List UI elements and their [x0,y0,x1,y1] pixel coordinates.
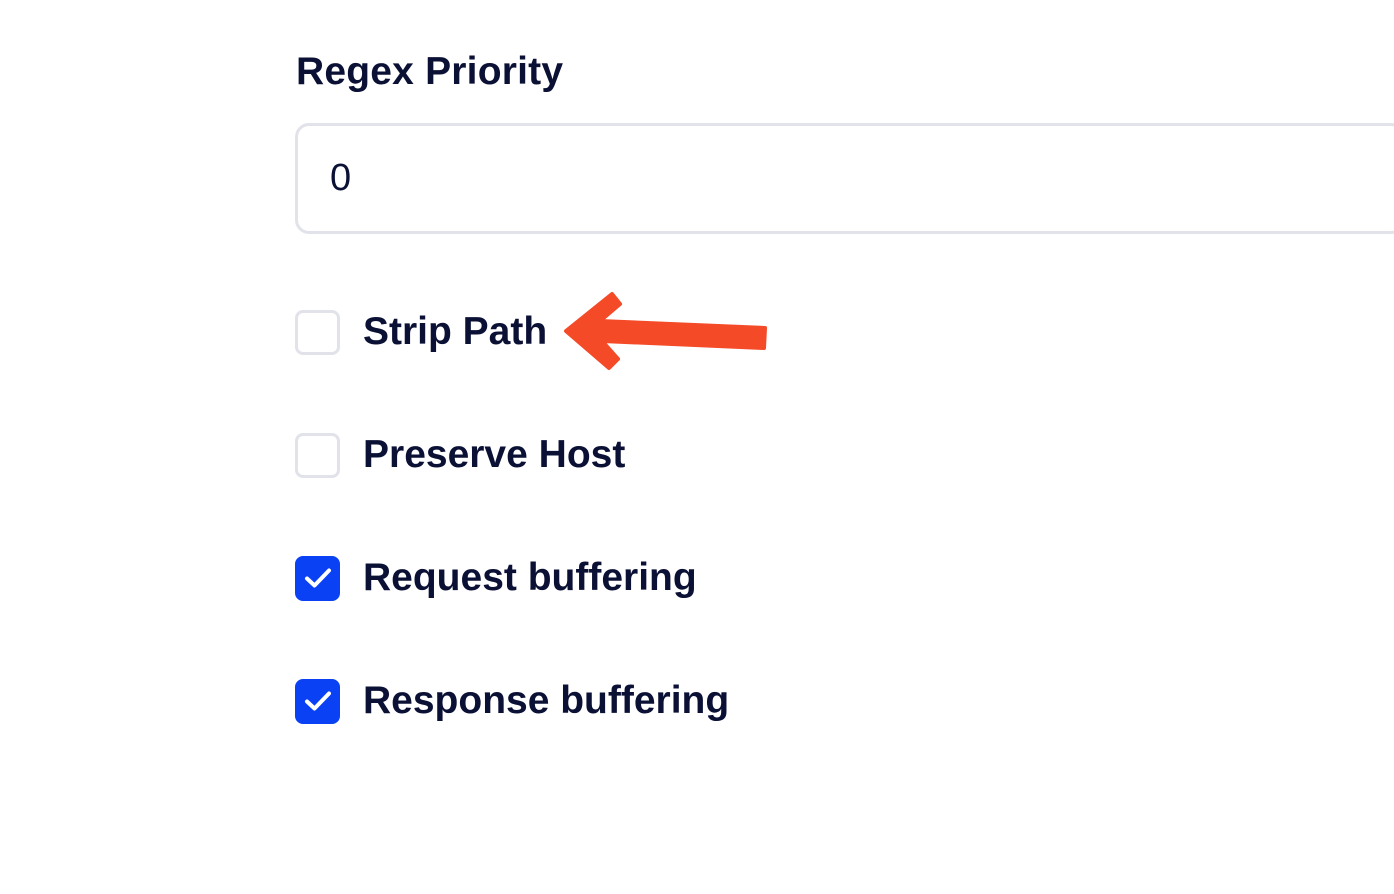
arrow-left-icon [564,292,767,370]
response-buffering-label[interactable]: Response buffering [363,678,729,724]
preserve-host-checkbox[interactable] [295,432,340,478]
regex-priority-label: Regex Priority [296,50,564,93]
regex-priority-field[interactable] [295,123,1394,234]
strip-path-option[interactable]: Strip Path [295,309,547,355]
request-buffering-label[interactable]: Request buffering [363,555,697,601]
preserve-host-option[interactable]: Preserve Host [295,432,625,478]
request-buffering-checkbox[interactable] [295,555,340,601]
regex-priority-input[interactable] [298,126,1394,231]
strip-path-checkbox[interactable] [295,309,340,355]
response-buffering-option[interactable]: Response buffering [295,678,729,724]
settings-page: Regex Priority Strip Path Preserve Host … [0,0,1394,894]
response-buffering-checkbox[interactable] [295,678,340,724]
checkmark-icon [304,691,331,711]
strip-path-label[interactable]: Strip Path [363,309,547,355]
request-buffering-option[interactable]: Request buffering [295,555,697,601]
checkmark-icon [304,568,331,588]
preserve-host-label[interactable]: Preserve Host [363,432,625,478]
